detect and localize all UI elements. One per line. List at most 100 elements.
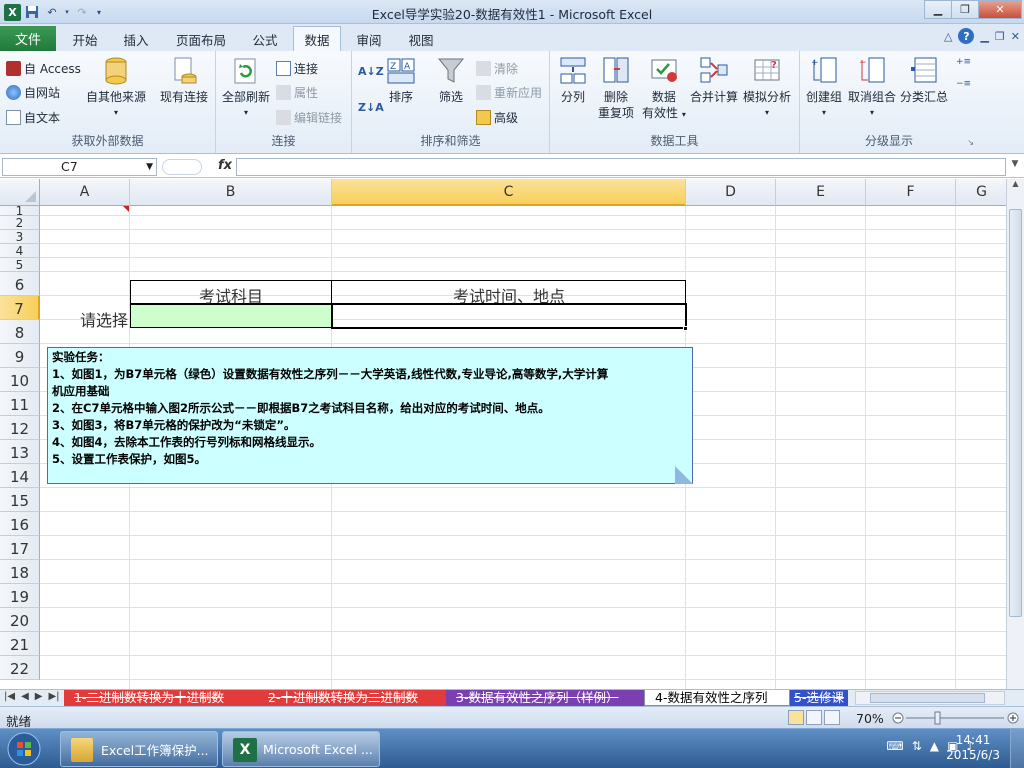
row-header-11[interactable]: 11 [0, 392, 40, 416]
prev-sheet-icon[interactable]: ◀ [21, 691, 29, 702]
row-header-21[interactable]: 21 [0, 632, 40, 656]
ungroup-button[interactable]: − 取消组合 ▾ [848, 55, 896, 121]
cell-b7-dropdown[interactable] [130, 304, 332, 328]
start-button[interactable] [4, 730, 48, 768]
properties-button[interactable]: 属性 [276, 84, 318, 101]
remove-duplicates-button[interactable]: 删除 重复项 [598, 55, 634, 121]
row-header-17[interactable]: 17 [0, 536, 40, 560]
expand-formula-bar-icon[interactable]: ▼ [1008, 159, 1022, 175]
sheet-tab-5[interactable]: 5-选修课 [790, 690, 848, 706]
from-text-button[interactable]: 自文本 [6, 109, 60, 126]
keyboard-icon[interactable]: ⌨ [886, 739, 903, 753]
row-header-12[interactable]: 12 [0, 416, 40, 440]
clock[interactable]: 14:41 2015/6/3 [946, 733, 1000, 763]
show-desktop-button[interactable] [1010, 729, 1024, 768]
task-note-box[interactable]: 实验任务： 1、如图1，为B7单元格（绿色）设置数据有效性之序列－－大学英语,线… [47, 347, 693, 484]
doc-restore-icon[interactable]: ❐ [995, 30, 1005, 43]
row-header-18[interactable]: 18 [0, 560, 40, 584]
page-layout-view-icon[interactable] [806, 710, 822, 725]
close-button[interactable]: ✕ [978, 0, 1022, 19]
cell-c7-selected[interactable] [331, 303, 687, 329]
tab-formulas[interactable]: 公式 [244, 28, 286, 51]
sort-descending-button[interactable]: Z↓A [358, 101, 384, 114]
input-method-icon[interactable]: ⇅ [912, 739, 922, 753]
row-header-15[interactable]: 15 [0, 488, 40, 512]
doc-close-icon[interactable]: ✕ [1011, 30, 1020, 43]
from-web-button[interactable]: 自网站 [6, 84, 60, 101]
column-header-d[interactable]: D [686, 179, 776, 206]
filter-button[interactable]: 筛选 [436, 55, 466, 105]
scroll-up-icon[interactable]: ▲ [1007, 179, 1024, 188]
row-header-20[interactable]: 20 [0, 608, 40, 632]
from-access-button[interactable]: 自 Access [6, 60, 81, 77]
sort-ascending-button[interactable]: A↓Z [358, 65, 384, 78]
refresh-all-button[interactable]: 全部刷新 ▾ [222, 55, 270, 121]
restore-button[interactable]: ❐ [951, 0, 979, 19]
row-header-13[interactable]: 13 [0, 440, 40, 464]
next-sheet-icon[interactable]: ▶ [35, 691, 43, 702]
last-sheet-icon[interactable]: ▶| [48, 691, 59, 702]
subtotal-button[interactable]: 分类汇总 [900, 55, 948, 105]
tab-page-layout[interactable]: 页面布局 [164, 28, 238, 51]
what-if-analysis-button[interactable]: ? 模拟分析 ▾ [743, 55, 791, 121]
sheet-tab-1[interactable]: 1-二进制数转换为十进制数 [64, 690, 260, 706]
zoom-slider[interactable] [892, 711, 1020, 725]
vertical-scrollbar[interactable]: ▲ [1006, 179, 1024, 689]
column-header-c[interactable]: C [332, 179, 686, 206]
taskbar-item-explorer[interactable]: Excel工作簿保护... [60, 731, 218, 767]
row-header-22[interactable]: 22 [0, 656, 40, 680]
text-to-columns-button[interactable]: 分列 [558, 55, 588, 105]
existing-connections-button[interactable]: 现有连接 [160, 55, 208, 105]
zoom-level[interactable]: 70% [856, 711, 884, 726]
row-header-6[interactable]: 6 [0, 272, 40, 296]
from-other-sources-button[interactable]: 自其他来源 ▾ [86, 55, 146, 121]
name-box-dropdown-icon[interactable]: ▼ [146, 159, 153, 175]
reapply-button[interactable]: 重新应用 [476, 84, 542, 101]
row-header-3[interactable]: 3 [0, 230, 40, 244]
doc-minimize-icon[interactable]: ▁ [980, 30, 988, 43]
page-break-view-icon[interactable] [824, 710, 840, 725]
vertical-scroll-thumb[interactable] [1009, 209, 1022, 617]
row-header-14[interactable]: 14 [0, 464, 40, 488]
name-box[interactable]: C7 ▼ [2, 158, 157, 176]
hide-detail-icon[interactable]: −≡ [956, 79, 971, 89]
row-header-1[interactable]: 1 [0, 206, 40, 216]
help-icon[interactable]: ? [958, 28, 975, 44]
row-header-5[interactable]: 5 [0, 258, 40, 272]
dialog-launcher-icon[interactable]: ↘ [967, 138, 974, 147]
horizontal-scrollbar[interactable] [855, 691, 1005, 705]
column-header-b[interactable]: B [130, 179, 332, 206]
row-header-8[interactable]: 8 [0, 320, 40, 344]
show-detail-icon[interactable]: +≡ [956, 57, 971, 67]
horizontal-scroll-thumb[interactable] [870, 693, 985, 703]
normal-view-icon[interactable] [788, 710, 804, 725]
data-validation-button[interactable]: 数据 有效性 ▾ [642, 55, 686, 123]
column-header-f[interactable]: F [866, 179, 956, 206]
advanced-filter-button[interactable]: 高级 [476, 109, 518, 126]
formula-input[interactable] [236, 158, 1006, 176]
row-header-10[interactable]: 10 [0, 368, 40, 392]
tab-view[interactable]: 视图 [398, 28, 444, 51]
column-header-g[interactable]: G [956, 179, 1008, 206]
formula-bar-splitter[interactable] [162, 159, 202, 175]
consolidate-button[interactable]: 合并计算 [690, 55, 738, 105]
edit-links-button[interactable]: 编辑链接 [276, 109, 342, 126]
first-sheet-icon[interactable]: |◀ [4, 691, 15, 702]
tab-review[interactable]: 审阅 [346, 28, 392, 51]
minimize-ribbon-icon[interactable]: △ [944, 30, 952, 43]
show-hidden-icons[interactable]: ▲ [930, 739, 939, 753]
minimize-button[interactable]: ▁ [924, 0, 952, 19]
row-header-19[interactable]: 19 [0, 584, 40, 608]
clear-button[interactable]: 清除 [476, 60, 518, 77]
tab-data[interactable]: 数据 [293, 26, 341, 51]
column-header-e[interactable]: E [776, 179, 866, 206]
row-header-7[interactable]: 7 [0, 296, 40, 320]
fill-handle[interactable] [683, 326, 688, 331]
row-header-2[interactable]: 2 [0, 216, 40, 230]
tab-home[interactable]: 开始 [62, 28, 108, 51]
select-all-corner[interactable] [0, 179, 40, 206]
row-header-4[interactable]: 4 [0, 244, 40, 258]
insert-function-icon[interactable]: fx [218, 158, 232, 173]
tab-insert[interactable]: 插入 [112, 28, 160, 51]
sort-button[interactable]: ZA 排序 [386, 55, 416, 105]
